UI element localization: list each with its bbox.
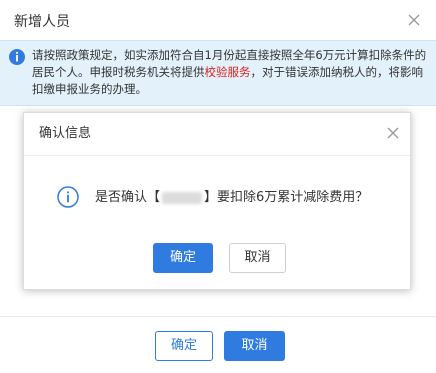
- modal-message: 是否确认【 】要扣除6万累计减除费用？: [95, 190, 368, 206]
- info-icon: [57, 186, 79, 208]
- modal-title: 确认信息: [39, 126, 92, 141]
- masked-person-name: [162, 191, 203, 204]
- close-icon[interactable]: [385, 125, 401, 141]
- message-suffix: 】要扣除6万累计减除费用？: [204, 190, 369, 205]
- modal-divider: [24, 155, 410, 156]
- modal-confirm-button[interactable]: 确定: [153, 243, 213, 273]
- modal-cancel-button[interactable]: 取消: [229, 243, 286, 273]
- message-prefix: 是否确认【: [95, 190, 161, 205]
- confirm-modal: 确认信息 是否确认【 】要扣除6万累计减除费用？ 确定 取消: [23, 112, 411, 290]
